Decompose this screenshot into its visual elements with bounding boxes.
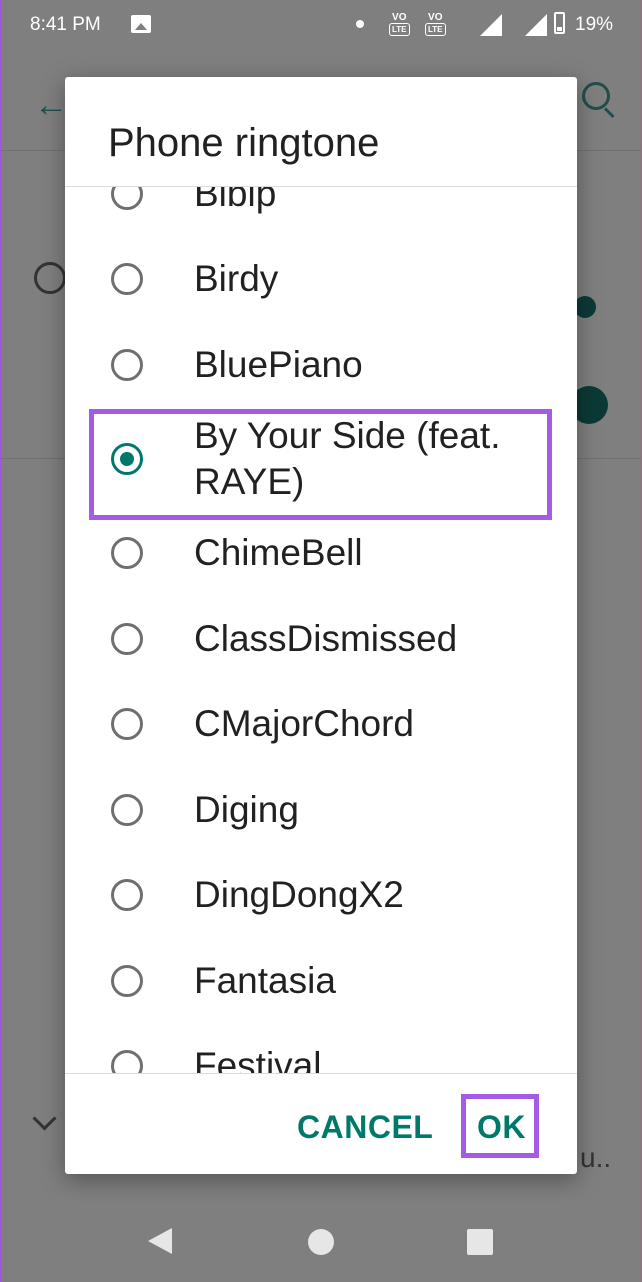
background-truncated-text: u.. bbox=[580, 1142, 612, 1173]
ringtone-option-classdismissed[interactable]: ClassDismissed bbox=[65, 596, 577, 682]
ringtone-label: Bibip bbox=[194, 187, 277, 214]
ringtone-label: Festival bbox=[194, 1045, 322, 1073]
ringtone-dialog: Phone ringtone Bibip Birdy BluePiano By … bbox=[65, 77, 577, 1174]
ringtone-option-birdy[interactable]: Birdy bbox=[65, 237, 577, 323]
nav-home-icon[interactable] bbox=[308, 1229, 334, 1255]
ringtone-label: ChimeBell bbox=[194, 532, 363, 574]
dialog-title: Phone ringtone bbox=[108, 121, 380, 165]
radio-button[interactable] bbox=[111, 622, 143, 655]
ringtone-label: Birdy bbox=[194, 258, 279, 300]
volte-sim2-icon: VO LTE bbox=[425, 12, 446, 36]
radio-button[interactable] bbox=[111, 879, 143, 912]
ringtone-option-fantasia[interactable]: Fantasia bbox=[65, 938, 577, 1024]
ringtone-label: DingDongX2 bbox=[194, 874, 404, 916]
ringtone-option-diging[interactable]: Diging bbox=[65, 767, 577, 853]
status-time: 8:41 PM bbox=[30, 14, 101, 35]
signal-sim2-icon bbox=[525, 14, 547, 36]
frame-border-left bbox=[0, 0, 1, 1282]
navigation-bar bbox=[0, 1202, 642, 1282]
cancel-button[interactable]: CANCEL bbox=[297, 1109, 433, 1146]
signal-sim1-icon bbox=[480, 14, 502, 36]
alarm-clock-icon bbox=[34, 262, 66, 294]
nav-recents-icon[interactable] bbox=[467, 1229, 493, 1255]
ringtone-list[interactable]: Bibip Birdy BluePiano By Your Side (feat… bbox=[65, 187, 577, 1073]
battery-percent: 19% bbox=[575, 14, 614, 35]
battery-icon bbox=[554, 12, 565, 34]
arrow-left-icon[interactable]: ← bbox=[34, 86, 68, 125]
image-notification-icon bbox=[131, 15, 151, 33]
notification-dot-icon bbox=[356, 20, 364, 28]
ringtone-option-dingdongx2[interactable]: DingDongX2 bbox=[65, 853, 577, 939]
ringtone-label: Fantasia bbox=[194, 959, 336, 1001]
volte-sim1-icon: VO LTE bbox=[389, 12, 410, 36]
ringtone-label: ClassDismissed bbox=[194, 617, 458, 659]
radio-button[interactable] bbox=[111, 793, 143, 826]
ringtone-option-bluepiano[interactable]: BluePiano bbox=[65, 322, 577, 408]
dialog-divider-bottom bbox=[65, 1073, 577, 1074]
toggle-thumb-small[interactable] bbox=[574, 296, 596, 318]
search-icon[interactable] bbox=[582, 82, 610, 110]
chevron-down-icon[interactable] bbox=[32, 1106, 57, 1131]
radio-button[interactable] bbox=[111, 1050, 143, 1073]
ringtone-option-cmajorchord[interactable]: CMajorChord bbox=[65, 682, 577, 768]
radio-button[interactable] bbox=[111, 708, 143, 741]
radio-button[interactable] bbox=[111, 537, 143, 570]
radio-button[interactable] bbox=[111, 348, 143, 381]
ok-button-highlight bbox=[461, 1094, 539, 1158]
status-bar: 8:41 PM VO LTE VO LTE 19% bbox=[0, 0, 642, 50]
radio-button[interactable] bbox=[111, 263, 143, 296]
radio-button[interactable] bbox=[111, 187, 143, 210]
radio-button[interactable] bbox=[111, 964, 143, 997]
ringtone-option-chimebell[interactable]: ChimeBell bbox=[65, 511, 577, 597]
ringtone-option-festival[interactable]: Festival bbox=[65, 1024, 577, 1073]
ringtone-label: CMajorChord bbox=[194, 703, 415, 745]
selected-option-highlight bbox=[89, 409, 552, 520]
ringtone-option-bibip[interactable]: Bibip bbox=[65, 187, 577, 237]
nav-back-icon[interactable] bbox=[148, 1228, 172, 1254]
ringtone-label: BluePiano bbox=[194, 343, 363, 385]
ringtone-label: Diging bbox=[194, 788, 299, 830]
